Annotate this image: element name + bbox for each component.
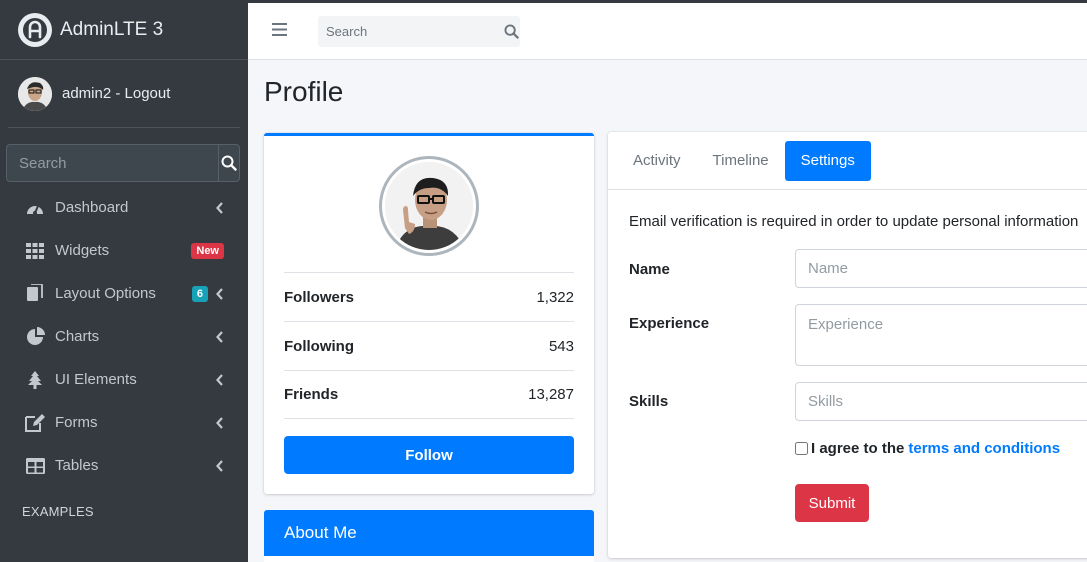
- sidebar-item-label: Forms: [55, 414, 98, 431]
- tachometer-icon: [25, 198, 45, 218]
- skills-field[interactable]: [795, 382, 1087, 421]
- new-badge: New: [191, 242, 224, 259]
- profile-tabs: Activity Timeline Settings: [608, 132, 1087, 190]
- sidebar-item-layout-options[interactable]: Layout Options 6: [0, 272, 248, 315]
- chevron-left-icon: [214, 416, 224, 429]
- follow-button[interactable]: Follow: [284, 436, 574, 474]
- submit-button[interactable]: Submit: [795, 484, 869, 522]
- sidebar-item-dashboard[interactable]: Dashboard: [0, 186, 248, 229]
- terms-link[interactable]: terms and conditions: [908, 440, 1060, 457]
- list-item: Following 543: [284, 321, 574, 370]
- list-item: Followers 1,322: [284, 272, 574, 321]
- chevron-left-icon: [214, 201, 224, 214]
- tree-icon: [25, 370, 45, 390]
- stat-label: Followers: [284, 288, 355, 306]
- count-badge: 6: [191, 285, 208, 302]
- sidebar: AdminLTE 3 admin2 - Logout Search Dashbo…: [0, 0, 248, 562]
- navbar-search-button[interactable]: [502, 16, 520, 47]
- chevron-left-icon: [214, 287, 224, 300]
- tab-timeline[interactable]: Timeline: [697, 141, 785, 181]
- stat-value: 13,287: [528, 386, 574, 403]
- sidebar-item-label: Charts: [55, 328, 100, 345]
- sidebar-nav: Dashboard Widgets New Layout Options 6 C…: [0, 186, 248, 519]
- tab-activity[interactable]: Activity: [617, 141, 697, 181]
- terms-agreement: I agree to the terms and conditions: [795, 440, 1060, 457]
- top-border: [0, 0, 1087, 3]
- stat-label: Friends: [284, 386, 339, 403]
- sidebar-item-tables[interactable]: Tables: [0, 444, 248, 487]
- navbar-search-input[interactable]: [318, 16, 502, 47]
- name-field[interactable]: [795, 249, 1087, 288]
- sidebar-item-ui-elements[interactable]: UI Elements: [0, 358, 248, 401]
- profile-card: Followers 1,322 Following 543 Friends 13…: [264, 133, 594, 494]
- table-icon: [25, 456, 45, 476]
- sidebar-search: [6, 144, 240, 182]
- sidebar-item-label: Dashboard: [55, 199, 129, 216]
- adminlte-logo-icon: [18, 12, 52, 47]
- top-navbar: [248, 3, 1087, 60]
- sidebar-search-button[interactable]: [218, 145, 239, 181]
- list-item: Friends 13,287: [284, 370, 574, 419]
- user-logout-link[interactable]: admin2 - Logout: [62, 85, 170, 102]
- navbar-search: [318, 16, 520, 47]
- stat-label: Following: [284, 337, 354, 355]
- sidebar-item-label: Widgets: [55, 242, 110, 259]
- sidebar-item-widgets[interactable]: Widgets New: [0, 229, 248, 272]
- sidebar-section-header: EXAMPLES: [22, 504, 94, 519]
- grid-icon: [25, 241, 45, 261]
- sidebar-item-label: Tables: [55, 457, 99, 474]
- sidebar-item-label: Layout Options: [55, 285, 156, 302]
- experience-label: Experience: [629, 315, 710, 332]
- settings-card: Activity Timeline Settings Email verific…: [608, 132, 1087, 558]
- profile-stats-list: Followers 1,322 Following 543 Friends 13…: [284, 272, 574, 419]
- stat-value: 1,322: [536, 288, 574, 306]
- email-verification-notice: Email verification is required in order …: [629, 213, 1079, 230]
- edit-icon: [25, 413, 45, 433]
- chevron-left-icon: [214, 373, 224, 386]
- sidebar-item-charts[interactable]: Charts: [0, 315, 248, 358]
- brand-link[interactable]: AdminLTE 3: [0, 0, 248, 60]
- search-icon: [503, 24, 519, 39]
- sidebar-item-forms[interactable]: Forms: [0, 401, 248, 444]
- menu-toggle-icon[interactable]: [272, 23, 288, 39]
- chevron-left-icon: [214, 330, 224, 343]
- page-title: Profile: [264, 76, 344, 107]
- tab-settings[interactable]: Settings: [784, 140, 871, 181]
- about-card: About Me: [264, 510, 594, 562]
- search-icon: [221, 155, 237, 171]
- skills-label: Skills: [629, 393, 669, 410]
- sidebar-item-label: UI Elements: [55, 371, 137, 388]
- sidebar-search-input[interactable]: [7, 145, 218, 181]
- chevron-left-icon: [214, 459, 224, 472]
- terms-checkbox[interactable]: [795, 442, 808, 455]
- experience-field[interactable]: [795, 304, 1087, 366]
- agree-text: I agree to the: [811, 440, 905, 457]
- about-card-title: About Me: [264, 510, 594, 556]
- brand-text: AdminLTE 3: [60, 18, 164, 40]
- copy-icon: [25, 284, 45, 304]
- user-panel: admin2 - Logout: [8, 60, 240, 128]
- stat-value: 543: [548, 337, 574, 355]
- avatar[interactable]: [18, 76, 52, 111]
- profile-avatar: [379, 156, 479, 256]
- name-label: Name: [629, 261, 670, 278]
- pie-chart-icon: [25, 327, 45, 347]
